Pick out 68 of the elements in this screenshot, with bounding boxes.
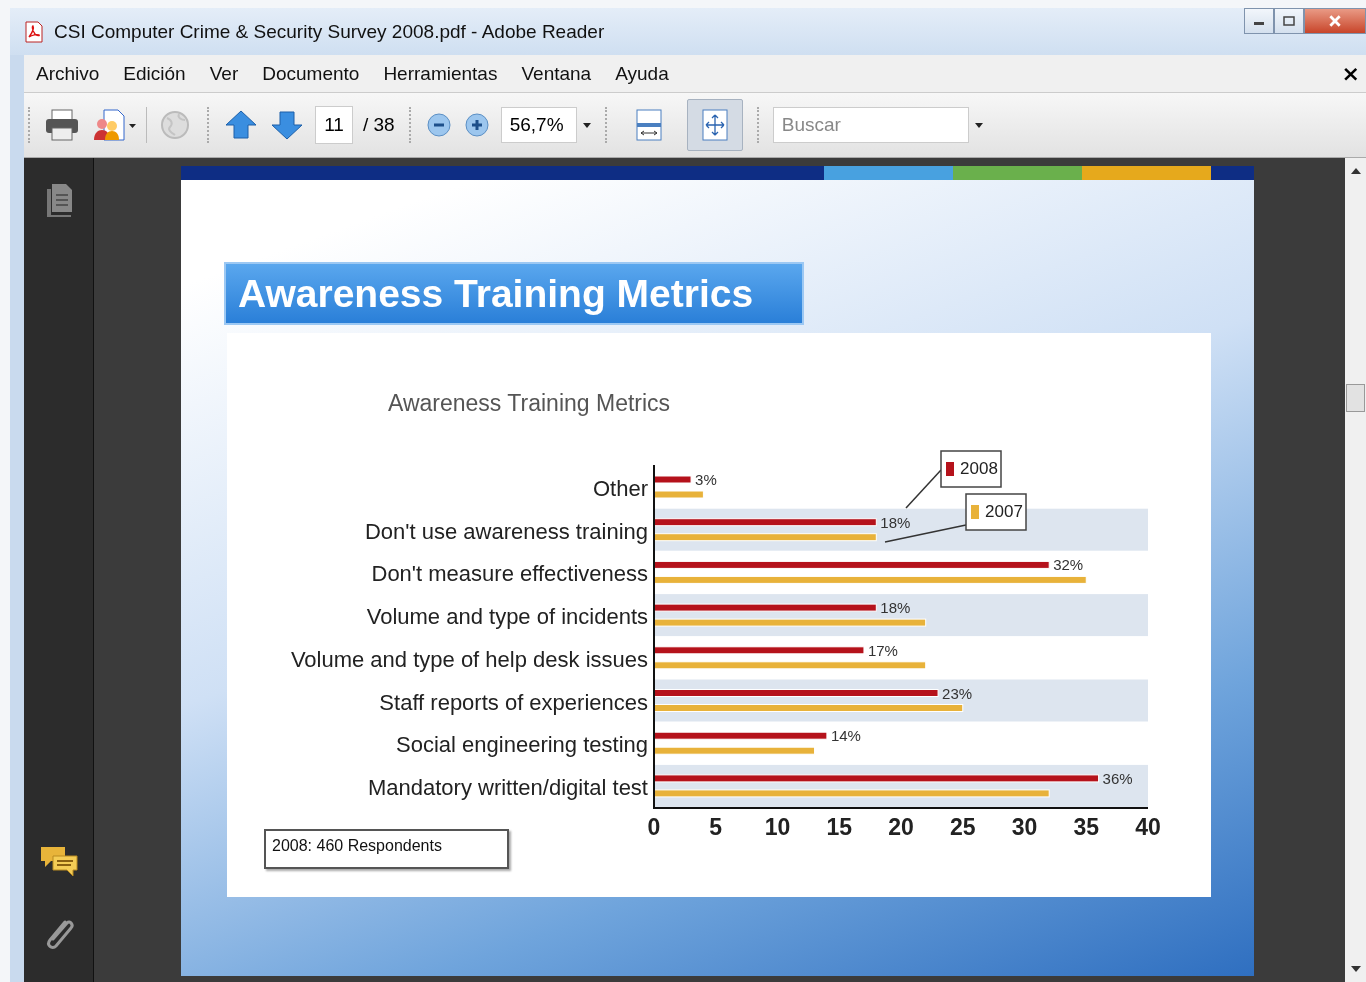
up-arrow-icon[interactable] <box>223 108 259 142</box>
bar <box>653 475 692 484</box>
value-label: 23% <box>942 684 973 702</box>
maximize-icon <box>1283 16 1295 26</box>
menu-item[interactable]: Edición <box>123 62 186 85</box>
caret-icon[interactable] <box>582 122 591 128</box>
menu-item[interactable]: Ver <box>209 62 239 85</box>
value-label: 14% <box>830 727 861 745</box>
legend-label: 2007 <box>985 502 1023 521</box>
down-arrow-icon[interactable] <box>269 108 305 142</box>
menu-item[interactable]: Ventana <box>521 62 592 85</box>
category-label: Other <box>592 476 648 501</box>
leader-line <box>905 469 942 509</box>
category-label: Don't measure effectiveness <box>371 561 648 587</box>
comments-icon[interactable] <box>38 844 79 878</box>
close-button[interactable] <box>1304 8 1366 34</box>
tick-label: 10 <box>764 814 791 840</box>
fit-page-icon <box>699 108 730 142</box>
zoom-in-icon[interactable] <box>462 111 491 139</box>
scroll-down-icon[interactable] <box>1350 966 1361 972</box>
category-label: Volume and type of incidents <box>366 604 648 630</box>
close-document-button[interactable]: × <box>1341 61 1360 86</box>
category-label: Mandatory written/digital test <box>367 774 648 800</box>
tick-label: 15 <box>826 814 853 840</box>
caret-icon[interactable] <box>974 122 983 128</box>
pdf-icon <box>24 20 44 43</box>
page-count: / 38 <box>363 114 395 136</box>
tick-label: 20 <box>888 814 914 840</box>
menu-item[interactable]: Ayuda <box>615 62 669 85</box>
tick-label: 25 <box>949 814 976 840</box>
legend-label: 2007 <box>965 493 1027 531</box>
search-field[interactable]: Buscar <box>772 107 969 143</box>
scroll-up-icon[interactable] <box>1350 168 1361 174</box>
slide-title: Awareness Training Metrics <box>224 262 804 325</box>
value-label: 32% <box>1053 556 1084 574</box>
window-title: CSI Computer Crime & Security Survey 2008.pdf - Adobe Reader <box>54 20 605 43</box>
tick-label: 40 <box>1135 814 1161 840</box>
menu-item[interactable]: Documento <box>262 62 360 85</box>
menu-item[interactable]: Archivo <box>36 62 100 85</box>
legend-label: 2008 <box>960 459 998 478</box>
fit-width-icon <box>633 108 664 142</box>
fit-page-button[interactable] <box>686 99 743 151</box>
value-label: 36% <box>1102 769 1133 787</box>
zoom-out-icon[interactable] <box>424 111 453 139</box>
close-icon <box>1328 15 1342 27</box>
scrollbar-thumb[interactable] <box>1346 384 1365 412</box>
maximize-button[interactable] <box>1274 8 1304 34</box>
category-label: Volume and type of help desk issues <box>290 646 648 672</box>
tick-label: 5 <box>709 814 723 840</box>
minimize-button[interactable] <box>1244 8 1274 34</box>
page-number-field[interactable]: 11 <box>315 106 353 144</box>
menu-item[interactable]: Herramientas <box>383 62 498 85</box>
print-icon[interactable] <box>44 108 80 142</box>
legend-label: 2008 <box>940 450 1002 488</box>
zoom-field[interactable]: 56,7% <box>500 107 577 143</box>
value-label: 18% <box>880 513 911 531</box>
category-label: Don't use awareness training <box>364 518 648 544</box>
value-label: 3% <box>695 471 717 488</box>
category-label: Social engineering testing <box>396 732 648 758</box>
tick-label: 0 <box>647 814 661 840</box>
respondents-note: 2008: 460 Respondents <box>264 829 509 869</box>
value-label: 18% <box>880 599 911 617</box>
bar <box>653 490 704 499</box>
tick-label: 30 <box>1011 814 1038 840</box>
chart-title: Awareness Training Metrics <box>388 390 671 416</box>
tick-label: 35 <box>1073 814 1100 840</box>
value-label: 17% <box>867 641 898 659</box>
category-label: Staff reports of experiences <box>379 689 648 715</box>
